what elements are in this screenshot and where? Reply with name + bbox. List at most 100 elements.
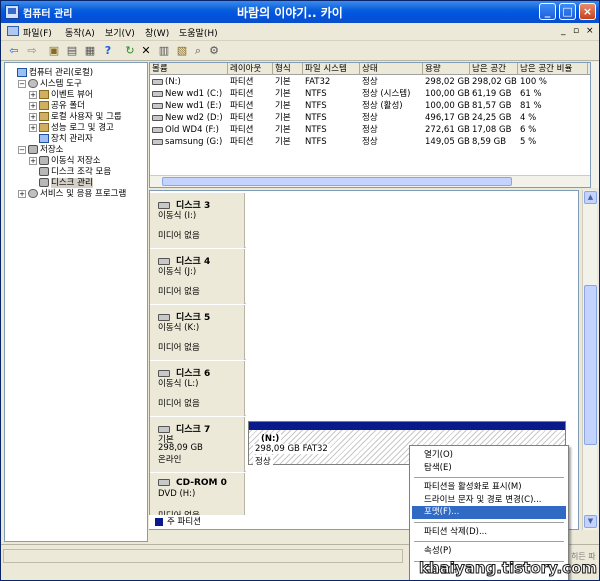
tree-item[interactable]: + 서비스 및 응용 프로그램 xyxy=(18,187,126,199)
table-cell: 149,05 GB xyxy=(425,136,470,148)
disk-label[interactable]: 디스크 4 이동식 (J:) 미디어 없음 xyxy=(150,249,245,304)
refresh-icon[interactable]: ↻ xyxy=(123,44,137,58)
expand-toggle-icon[interactable]: + xyxy=(29,90,37,99)
context-menu-item[interactable]: 파티션 삭제(D)... xyxy=(412,526,566,539)
pc-icon xyxy=(17,68,27,77)
minimize-button[interactable]: _ xyxy=(539,3,556,20)
expand-toggle-icon[interactable]: + xyxy=(18,189,26,198)
disk-name: CD-ROM 0 xyxy=(176,478,227,488)
show-tree-icon[interactable]: ▤ xyxy=(65,44,79,58)
help-icon[interactable]: ? xyxy=(101,44,115,58)
tree-item[interactable]: 디스크 관리 xyxy=(29,176,93,188)
mdi-close-button[interactable]: × xyxy=(586,26,594,36)
mdi-minimize-button[interactable]: _ xyxy=(561,26,566,36)
close-button[interactable]: × xyxy=(579,3,596,20)
table-cell: 298,02 GB xyxy=(472,76,517,88)
disk-label[interactable]: 디스크 7 기본 298,09 GB 온라인 xyxy=(150,417,245,472)
table-cell-text: 100,00 GB xyxy=(425,89,470,99)
expand-toggle-icon[interactable]: + xyxy=(29,101,37,110)
tree-item[interactable]: 디스크 조각 모음 xyxy=(29,165,111,177)
disk-row[interactable]: 디스크 6 이동식 (L:) 미디어 없음 xyxy=(150,361,578,416)
table-cell-text: 4 % xyxy=(520,113,537,123)
tree-item[interactable]: + 로컬 사용자 및 그룹 xyxy=(29,110,122,122)
disk-vertical-scrollbar[interactable]: ▲ ▼ xyxy=(582,190,597,530)
partition-info: 298,09 GB FAT32 xyxy=(253,444,330,454)
context-menu-item[interactable]: 드라이브 문자 및 경로 변경(C)... xyxy=(412,494,566,507)
table-row[interactable]: (N:) 파티션 기본 FAT32 정상 298,02 GB 298,02 GB 100 % xyxy=(150,76,590,88)
scroll-thumb[interactable] xyxy=(584,285,597,445)
disk-label[interactable]: 디스크 6 이동식 (L:) 미디어 없음 xyxy=(150,361,245,416)
scroll-down-arrow-icon[interactable]: ▼ xyxy=(584,515,597,528)
table-cell-text: 496,17 GB xyxy=(425,113,470,123)
up-folder-icon[interactable]: ▣ xyxy=(47,44,61,58)
column-header[interactable]: 남은 공간 비율 xyxy=(518,63,588,75)
table-row[interactable]: New wd1 (E:) 파티션 기본 NTFS 정상 (활성) 100,00 GB 81,… xyxy=(150,100,590,112)
expand-toggle-icon[interactable]: + xyxy=(29,123,37,132)
table-row[interactable]: samsung (G:) 파티션 기본 NTFS 정상 149,05 GB 8,59 GB 5… xyxy=(150,136,590,148)
disk-info-line: 미디어 없음 xyxy=(158,287,200,297)
column-header[interactable]: 파일 시스템 xyxy=(303,63,360,75)
disk-label[interactable]: 디스크 3 이동식 (I:) 미디어 없음 xyxy=(150,193,245,248)
column-header[interactable]: 남은 공간 xyxy=(470,63,518,75)
title-bar[interactable]: 컴퓨터 관리 바람의 이야기.. 카이 _ □ × xyxy=(1,1,599,23)
tree-item[interactable]: + 이벤트 뷰어 xyxy=(29,88,93,100)
table-cell-text: 정상 (시스템) xyxy=(362,89,411,99)
open-folder-icon[interactable]: ▧ xyxy=(175,44,189,58)
column-header[interactable]: 형식 xyxy=(273,63,303,75)
tree-item[interactable]: 장치 관리자 xyxy=(29,132,93,144)
context-menu-item[interactable]: 포맷(F)... xyxy=(412,506,566,519)
menu-item-view[interactable]: 보기(V) xyxy=(105,26,135,39)
menu-item-window[interactable]: 창(W) xyxy=(145,26,169,39)
table-row[interactable]: New wd2 (D:) 파티션 기본 NTFS 정상 496,17 GB 24,25 GB… xyxy=(150,112,590,124)
mdi-restore-button[interactable]: ▫ xyxy=(573,26,579,36)
expand-toggle-icon[interactable]: + xyxy=(29,156,37,165)
pc-icon xyxy=(39,134,49,143)
window-title: 컴퓨터 관리 xyxy=(23,9,73,20)
tree-item[interactable]: + 공유 폴더 xyxy=(29,99,85,111)
table-cell-text: NTFS xyxy=(305,137,327,147)
expand-toggle-icon[interactable]: − xyxy=(18,79,26,88)
table-cell-text: 정상 xyxy=(362,77,378,87)
menu-bar: 파일(F) 동작(A) 보기(V) 창(W) 도움말(H) _ ▫ × xyxy=(1,23,599,41)
column-header[interactable]: 용량 xyxy=(423,63,470,75)
maximize-button[interactable]: □ xyxy=(559,3,576,20)
toolbar: ⇦ ⇨ ▣ ▤ ▦ ? ↻ ✕ ▥ ▧ ⌕ ⚙ xyxy=(1,41,599,61)
table-cell-text: NTFS xyxy=(305,89,327,99)
properties-icon[interactable]: ▦ xyxy=(83,44,97,58)
column-header[interactable]: 레이아웃 xyxy=(228,63,273,75)
back-arrow-icon[interactable]: ⇦ xyxy=(7,44,21,58)
menu-item-help[interactable]: 도움말(H) xyxy=(179,26,218,39)
tree-item[interactable]: + 성능 로그 및 경고 xyxy=(29,121,114,133)
disk-row[interactable]: 디스크 4 이동식 (J:) 미디어 없음 xyxy=(150,249,578,304)
tree-item[interactable]: 컴퓨터 관리(로컬) xyxy=(7,66,93,78)
context-menu-item[interactable]: 파티션을 활성화로 표시(M) xyxy=(412,481,566,494)
menu-item-action[interactable]: 동작(A) xyxy=(65,26,95,39)
forward-arrow-icon[interactable]: ⇨ xyxy=(25,44,39,58)
context-menu-item[interactable]: 탐색(E) xyxy=(412,462,566,475)
table-row[interactable]: Old WD4 (F:) 파티션 기본 NTFS 정상 272,61 GB 17,08 GB… xyxy=(150,124,590,136)
disk-row[interactable]: 디스크 5 이동식 (K:) 미디어 없음 xyxy=(150,305,578,360)
hard-disk-icon xyxy=(158,314,170,321)
menu-item-file[interactable]: 파일(F) xyxy=(23,26,52,39)
gear-icon[interactable]: ⚙ xyxy=(207,44,221,58)
column-header[interactable]: 볼륨 xyxy=(150,63,228,75)
disk-row[interactable]: 디스크 3 이동식 (I:) 미디어 없음 xyxy=(150,193,578,248)
delete-icon[interactable]: ✕ xyxy=(139,44,153,58)
context-menu-item[interactable]: 열기(O) xyxy=(412,449,566,462)
table-cell: 81 % xyxy=(520,100,542,112)
volume-horizontal-scrollbar[interactable] xyxy=(150,175,590,187)
scroll-thumb[interactable] xyxy=(162,177,512,186)
tree-item[interactable]: − 저장소 xyxy=(18,143,63,155)
expand-toggle-icon[interactable]: − xyxy=(18,145,26,154)
column-header[interactable]: 상태 xyxy=(360,63,423,75)
scroll-up-arrow-icon[interactable]: ▲ xyxy=(584,191,597,204)
context-menu-item[interactable]: 속성(P) xyxy=(412,545,566,558)
expand-toggle-icon[interactable]: + xyxy=(29,112,37,121)
table-cell: 기본 xyxy=(275,112,291,124)
export-icon[interactable]: ▥ xyxy=(157,44,171,58)
tree-item[interactable]: + 이동식 저장소 xyxy=(29,154,101,166)
search-icon[interactable]: ⌕ xyxy=(191,44,205,58)
table-row[interactable]: New wd1 (C:) 파티션 기본 NTFS 정상 (시스템) 100,00 GB 61… xyxy=(150,88,590,100)
disk-label[interactable]: 디스크 5 이동식 (K:) 미디어 없음 xyxy=(150,305,245,360)
tree-item[interactable]: − 시스템 도구 xyxy=(18,77,82,89)
